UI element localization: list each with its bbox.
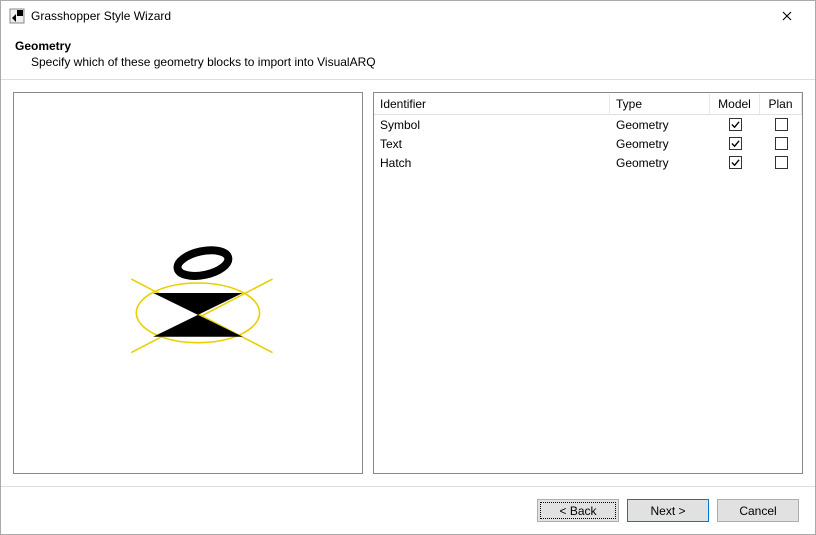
table-row: Symbol Geometry — [374, 115, 802, 134]
page-subtitle: Specify which of these geometry blocks t… — [31, 55, 801, 69]
window-title: Grasshopper Style Wizard — [31, 9, 767, 23]
titlebar: Grasshopper Style Wizard — [1, 1, 815, 31]
plan-checkbox[interactable] — [775, 137, 788, 150]
table-body: Symbol Geometry Text Geometry Hatch Geom… — [374, 115, 802, 172]
col-identifier[interactable]: Identifier — [374, 94, 610, 114]
app-icon — [9, 8, 25, 24]
table-row: Text Geometry — [374, 134, 802, 153]
plan-checkbox[interactable] — [775, 118, 788, 131]
cell-identifier: Hatch — [374, 155, 610, 171]
col-type[interactable]: Type — [610, 94, 710, 114]
geometry-preview-icon — [14, 93, 362, 473]
cell-type: Geometry — [610, 155, 710, 171]
close-icon — [782, 11, 792, 21]
wizard-window: Grasshopper Style Wizard Geometry Specif… — [0, 0, 816, 535]
content-area: Identifier Type Model Plan Symbol Geomet… — [1, 80, 815, 486]
table-header: Identifier Type Model Plan — [374, 93, 802, 115]
back-button[interactable]: < Back — [537, 499, 619, 522]
cell-identifier: Text — [374, 136, 610, 152]
col-plan[interactable]: Plan — [760, 94, 802, 114]
page-title: Geometry — [15, 39, 801, 53]
wizard-footer: < Back Next > Cancel — [1, 486, 815, 534]
cancel-button[interactable]: Cancel — [717, 499, 799, 522]
table-row: Hatch Geometry — [374, 153, 802, 172]
model-checkbox[interactable] — [729, 137, 742, 150]
geometry-table: Identifier Type Model Plan Symbol Geomet… — [373, 92, 803, 474]
next-button[interactable]: Next > — [627, 499, 709, 522]
cell-type: Geometry — [610, 117, 710, 133]
plan-checkbox[interactable] — [775, 156, 788, 169]
cell-type: Geometry — [610, 136, 710, 152]
model-checkbox[interactable] — [729, 118, 742, 131]
preview-pane — [13, 92, 363, 474]
cell-identifier: Symbol — [374, 117, 610, 133]
wizard-header: Geometry Specify which of these geometry… — [1, 31, 815, 80]
col-model[interactable]: Model — [710, 94, 760, 114]
close-button[interactable] — [767, 2, 807, 30]
model-checkbox[interactable] — [729, 156, 742, 169]
